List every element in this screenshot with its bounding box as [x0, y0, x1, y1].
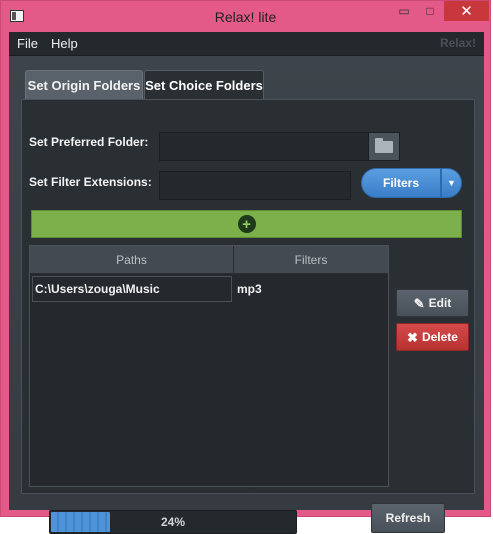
plus-icon: + [237, 215, 256, 233]
progress-text: 24% [160, 515, 186, 529]
menu-help[interactable]: Help [51, 36, 78, 51]
edit-button[interactable]: ✎ Edit [396, 289, 469, 317]
close-button[interactable]: ✕ [444, 1, 489, 21]
delete-button-label: Delete [421, 330, 458, 344]
preferred-folder-input[interactable] [159, 132, 369, 161]
menu-bar: File Help Relax! [9, 32, 484, 56]
refresh-button[interactable]: Refresh [371, 503, 445, 533]
chevron-down-icon: ▼ [447, 178, 456, 188]
folders-table: Paths Filters C:\Users\zouga\Music mp3 [29, 245, 389, 487]
add-folder-button[interactable]: + [31, 210, 462, 238]
delete-button[interactable]: ✖ Delete [396, 323, 469, 351]
folder-icon [375, 137, 393, 153]
preferred-folder-label: Set Preferred Folder: [29, 135, 149, 149]
menu-file[interactable]: File [17, 36, 38, 51]
filter-extensions-input[interactable] [159, 171, 351, 200]
brand-label: Relax! [439, 36, 476, 50]
maximize-button[interactable]: □ [417, 1, 443, 21]
path-cell[interactable]: C:\Users\zouga\Music [32, 276, 232, 302]
browse-folder-button[interactable] [368, 132, 400, 161]
app-window: Relax! lite ▭ □ ✕ File Help Relax! Set O… [0, 0, 491, 534]
pencil-icon: ✎ [413, 295, 425, 311]
client-area: File Help Relax! Set Origin Folders Set … [9, 32, 484, 534]
column-header-filters[interactable]: Filters [234, 246, 388, 274]
filter-extensions-label: Set Filter Extensions: [29, 175, 152, 189]
filter-cell[interactable]: mp3 [237, 276, 262, 302]
table-row[interactable]: C:\Users\zouga\Music mp3 [30, 276, 388, 304]
tab-set-choice-folders[interactable]: Set Choice Folders [144, 70, 264, 100]
tab-set-origin-folders[interactable]: Set Origin Folders [25, 70, 143, 100]
filters-button[interactable]: Filters [361, 168, 441, 198]
title-bar[interactable]: Relax! lite ▭ □ ✕ [1, 1, 490, 33]
minimize-button[interactable]: ▭ [391, 1, 417, 21]
column-header-paths[interactable]: Paths [30, 246, 234, 274]
main-content: Set Origin Folders Set Choice Folders Se… [9, 56, 484, 534]
delete-x-icon: ✖ [407, 329, 418, 345]
progress-bar: 24% [49, 510, 297, 534]
edit-button-label: Edit [428, 296, 452, 310]
